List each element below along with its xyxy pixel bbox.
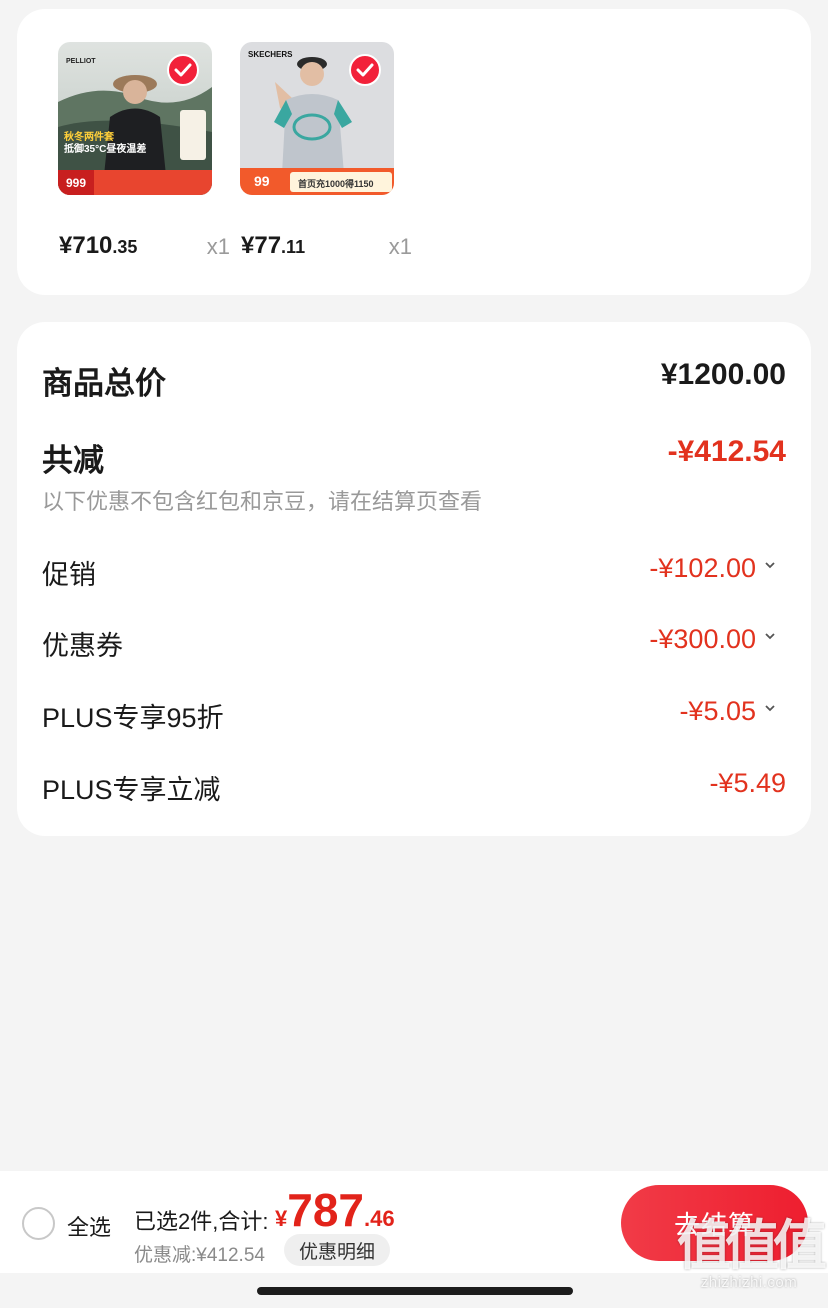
chevron-down-icon[interactable] (764, 702, 776, 714)
product-brand-skechers: SKECHERS (248, 50, 293, 59)
promotion-value: -¥102.00 (649, 553, 776, 584)
chevron-down-icon[interactable] (764, 630, 776, 642)
plus-reduction-value: -¥5.49 (709, 768, 786, 798)
watermark-logo: 值值值 (677, 1216, 827, 1276)
product-price-row: ¥77.11 x1 (240, 232, 420, 272)
coupon-value: -¥300.00 (649, 624, 776, 655)
price-integer: ¥710 (59, 232, 113, 259)
total-integer: 787 (287, 1184, 364, 1236)
chevron-down-icon[interactable] (764, 559, 776, 571)
product-quantity: x1 (206, 234, 230, 259)
selected-check-icon[interactable] (349, 54, 381, 86)
selected-check-icon[interactable] (167, 54, 199, 86)
discount-detail-button[interactable]: 优惠明细 (284, 1234, 390, 1266)
price-decimal: .11 (281, 237, 306, 257)
site-watermark: 值值值 zhizhizhi.com (676, 1216, 827, 1291)
badge-price-skechers: 99 (254, 173, 270, 189)
promo-text-skechers: 首页充1000得1150 (298, 179, 374, 189)
product-price-row: ¥710.35 x1 (58, 232, 238, 272)
discount-note: 以下优惠不包含红包和京豆，请在结算页查看 (42, 489, 483, 514)
watermark-url: zhizhizhi.com (700, 1274, 798, 1291)
total-reduction-label: 共减 (42, 443, 104, 478)
coupon-amount: -¥300.00 (649, 624, 756, 654)
price-decimal: .35 (112, 237, 138, 257)
promotion-label: 促销 (42, 560, 96, 590)
promo-text-line-2: 抵御35°C昼夜温差 (64, 144, 147, 155)
plus-reduction-label: PLUS专享立减 (42, 775, 221, 805)
total-price-value: ¥1200.00 (660, 358, 786, 391)
product-image-pelliot[interactable]: PELLIOT 秋冬两件套 抵御35°C昼夜温差 999 (58, 42, 212, 195)
price-summary-card: 商品总价 ¥1200.00 共减 -¥412.54 以下优惠不包含红包和京豆，请… (17, 322, 811, 836)
discount-amount: 优惠减:¥412.54 (134, 1245, 265, 1266)
selected-count-label: 已选2件,合计: (134, 1209, 269, 1234)
product-price: ¥77.11 (241, 232, 305, 260)
home-indicator[interactable] (257, 1287, 573, 1295)
select-all-label[interactable]: 全选 (67, 1210, 111, 1242)
product-item-skechers[interactable]: SKECHERS 99 首页充1000得1150 ¥77.11 x1 (240, 42, 420, 259)
product-quantity: x1 (388, 234, 412, 259)
plus-discount-amount: -¥5.05 (679, 696, 756, 726)
selected-products-card: PELLIOT 秋冬两件套 抵御35°C昼夜温差 999 ¥710.35 x1 (17, 9, 811, 295)
product-brand-pelliot: PELLIOT (66, 58, 96, 65)
plus-discount-label: PLUS专享95折 (42, 703, 224, 733)
total-price-label: 商品总价 (42, 366, 166, 401)
plus-discount-value: -¥5.05 (679, 696, 776, 727)
product-image-skechers[interactable]: SKECHERS 99 首页充1000得1150 (240, 42, 394, 195)
badge-price-pelliot: 999 (66, 176, 87, 190)
total-currency: ¥ (275, 1206, 288, 1231)
price-integer: ¥77 (241, 232, 282, 259)
total-decimal: .46 (364, 1206, 395, 1231)
promotion-amount: -¥102.00 (649, 553, 756, 583)
select-all-radio[interactable] (22, 1207, 55, 1240)
coupon-label: 优惠券 (42, 631, 123, 661)
total-reduction-value: -¥412.54 (667, 435, 786, 468)
product-price: ¥710.35 (59, 232, 137, 260)
total-amount: ¥787.46 (275, 1183, 395, 1237)
product-item-pelliot[interactable]: PELLIOT 秋冬两件套 抵御35°C昼夜温差 999 ¥710.35 x1 (58, 42, 238, 259)
